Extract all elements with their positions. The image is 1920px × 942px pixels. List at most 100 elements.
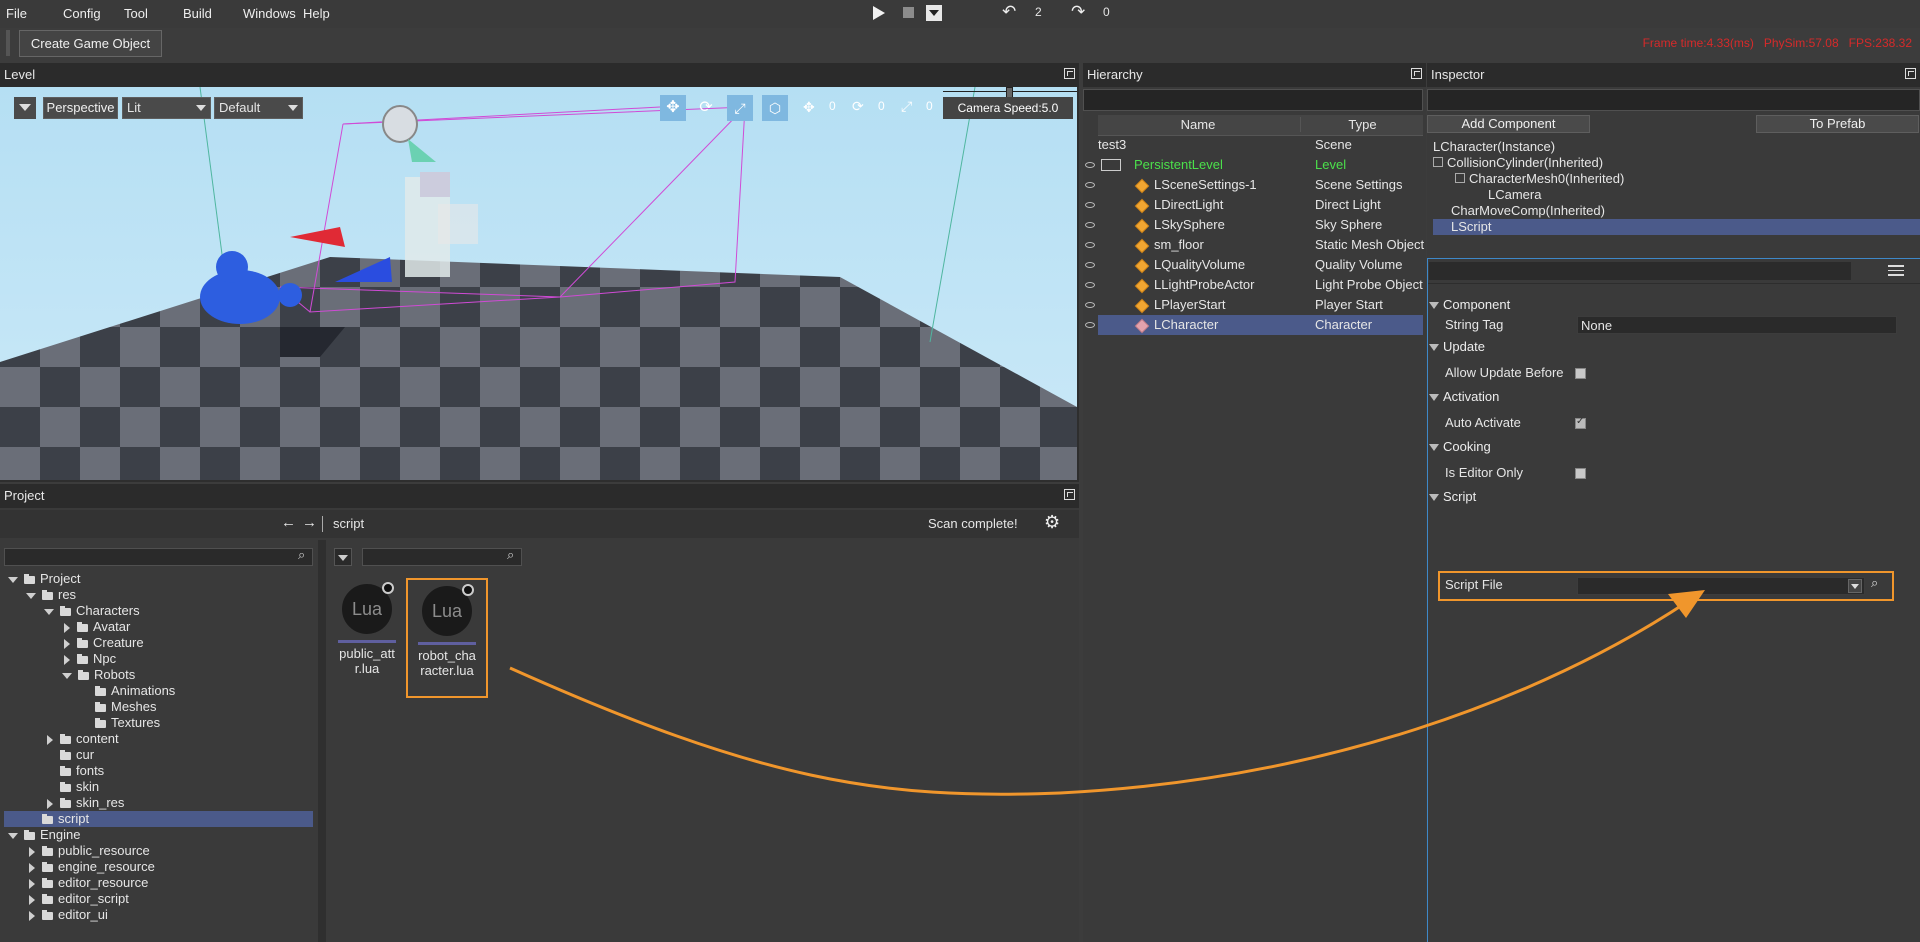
forward-arrow-icon[interactable]: → [302,514,317,531]
file-filter-dropdown[interactable] [334,548,352,566]
splitter[interactable] [318,540,326,942]
file-item[interactable]: Lua public_att r.lua [332,580,402,680]
chevron-down-icon [929,10,939,16]
translate-tool-icon[interactable]: ✥ [660,95,686,121]
tree-label: Npc [93,651,117,666]
search-icon[interactable]: ⌕ [507,547,514,563]
options-menu-icon[interactable] [1888,265,1904,276]
hierarchy-row[interactable]: LSceneSettings-1 Scene Settings [1083,175,1423,195]
menu-config[interactable]: Config [63,6,101,21]
visibility-eye-icon[interactable] [1085,222,1095,228]
editor-only-label: Is Editor Only [1445,465,1524,480]
create-game-object-button[interactable]: Create Game Object [19,30,162,57]
menu-file[interactable]: File [6,6,27,21]
actor-cube-icon [1134,298,1150,313]
world-space-icon[interactable]: ⬡ [762,95,788,121]
hierarchy-row-test3[interactable]: test3 Scene [1098,135,1423,155]
hierarchy-row[interactable]: LDirectLight Direct Light [1083,195,1423,215]
component-label: CollisionCylinder(Inherited) [1447,155,1604,170]
visibility-eye-icon[interactable] [1085,302,1095,308]
tree-label: fonts [76,763,105,778]
menu-build[interactable]: Build [183,6,212,21]
section-component[interactable]: Component [1429,295,1510,315]
dock-icon[interactable] [1411,68,1422,79]
allow-update-checkbox[interactable] [1575,368,1586,379]
visibility-eye-icon[interactable] [1085,242,1095,248]
lua-icon-label: Lua [351,599,383,619]
rotate-tool-icon[interactable]: ⟳ [693,95,719,121]
scale-snap-icon[interactable]: ⤢ [901,98,912,115]
component-item-selected[interactable]: LScript [1451,217,1491,237]
back-arrow-icon[interactable]: ← [281,514,296,531]
to-prefab-button[interactable]: To Prefab [1756,115,1919,133]
hierarchy-row[interactable]: LSkySphere Sky Sphere [1083,215,1423,235]
move-snap-icon[interactable]: ✥ [803,99,815,116]
folder-icon [24,829,35,840]
column-name[interactable]: Name [1098,117,1298,132]
hierarchy-row-persistentlevel[interactable]: PersistentLevel Level [1083,155,1423,175]
search-icon[interactable]: ⌕ [298,547,305,563]
dock-icon[interactable] [1905,68,1916,79]
section-update[interactable]: Update [1429,337,1485,357]
folder-icon [42,861,53,872]
visibility-eye-icon[interactable] [1085,182,1095,188]
collapse-box-icon[interactable] [1455,173,1465,183]
hierarchy-search-input[interactable] [1083,89,1423,111]
row-type: Direct Light [1315,197,1381,212]
column-type[interactable]: Type [1300,117,1424,132]
visibility-eye-icon[interactable] [1085,322,1095,328]
auto-activate-checkbox[interactable]: ✓ [1575,416,1586,429]
preset-select[interactable]: Default [214,97,303,119]
string-tag-field[interactable]: None [1577,316,1897,334]
property-filter-input[interactable] [1428,261,1852,281]
hierarchy-row-selected[interactable]: LCharacter Character [1083,315,1423,335]
visibility-eye-icon[interactable] [1085,282,1095,288]
hierarchy-row[interactable]: LPlayerStart Player Start [1083,295,1423,315]
chevron-down-icon[interactable] [1848,579,1862,593]
viewport[interactable]: Perspective Lit Default ✥ ⟳ ⤢ ⬡ ✥ 0 ⟳ 0 … [0,87,1077,480]
scale-tool-icon[interactable]: ⤢ [727,95,753,121]
add-component-button[interactable]: Add Component [1427,115,1590,133]
settings-gear-icon[interactable]: ⚙ [1044,512,1060,533]
lighting-select[interactable]: Lit [122,97,211,119]
menu-windows[interactable]: Windows [243,6,296,21]
stop-icon[interactable] [903,7,914,18]
row-name: LQualityVolume [1154,257,1246,272]
redo-icon[interactable]: ↷ [1071,2,1085,22]
visibility-eye-icon[interactable] [1085,262,1095,268]
search-icon[interactable]: ⌕ [1871,575,1878,591]
tree-search-input[interactable] [4,548,313,566]
play-options-dropdown[interactable] [926,5,942,21]
editor-only-checkbox[interactable] [1575,468,1586,479]
file-item-selected[interactable]: Lua robot_cha racter.lua [406,578,488,698]
rotate-snap-icon[interactable]: ⟳ [852,98,864,115]
perspective-button[interactable]: Perspective [43,97,118,119]
tree-label: Robots [94,667,136,682]
visibility-eye-icon[interactable] [1085,162,1095,168]
inspector-search-input[interactable] [1427,89,1920,111]
hierarchy-row[interactable]: LLightProbeActor Light Probe Object [1083,275,1423,295]
section-cooking[interactable]: Cooking [1429,437,1491,457]
expand-icon [64,638,70,649]
scan-status: Scan complete! [928,516,1018,531]
section-activation[interactable]: Activation [1429,387,1499,407]
menu-help[interactable]: Help [303,6,330,21]
script-file-field[interactable] [1577,577,1865,595]
collapse-box-icon[interactable] [1433,157,1443,167]
hierarchy-row[interactable]: sm_floor Static Mesh Object [1083,235,1424,255]
hierarchy-title-text: Hierarchy [1087,67,1143,82]
camera-speed-slider[interactable] [943,87,1077,99]
viewport-menu-button[interactable] [14,97,36,119]
dock-icon[interactable] [1064,68,1075,79]
tree-item-editor-ui[interactable]: editor_ui [29,905,108,925]
play-icon[interactable] [873,6,885,20]
hierarchy-row[interactable]: LQualityVolume Quality Volume [1083,255,1423,275]
file-search-input[interactable] [362,548,522,566]
section-script[interactable]: Script [1429,487,1476,507]
visibility-eye-icon[interactable] [1085,202,1095,208]
undo-icon[interactable]: ↶ [1002,2,1016,22]
file-name-line2: r.lua [354,661,380,676]
menu-tool[interactable]: Tool [124,6,148,21]
dock-icon[interactable] [1064,489,1075,500]
file-name: public_att r.lua [332,646,402,676]
